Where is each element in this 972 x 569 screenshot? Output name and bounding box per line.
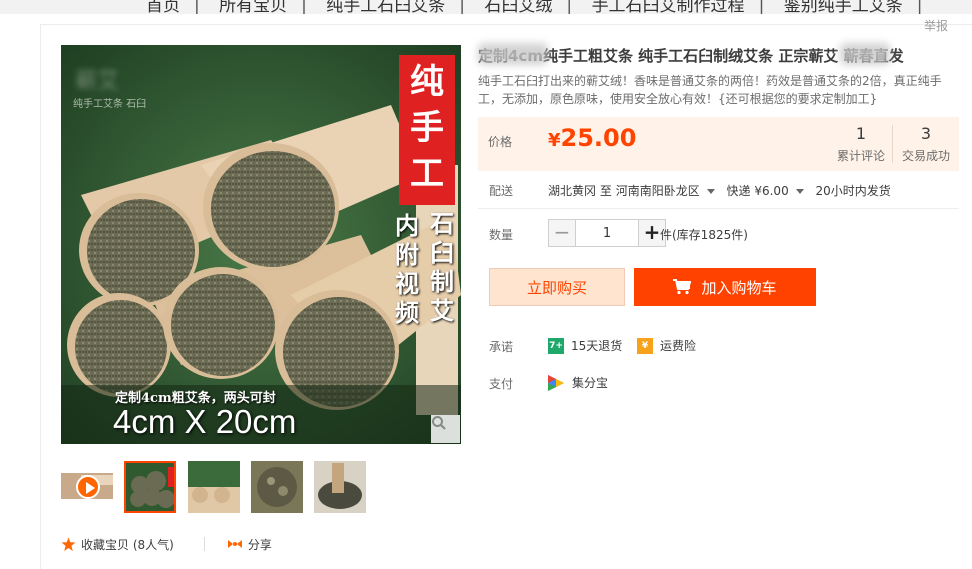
chevron-down-icon[interactable]: [706, 189, 715, 194]
payment-text: 集分宝: [572, 376, 609, 390]
divider: [203, 537, 205, 551]
col-char: 臼: [430, 238, 454, 267]
col-char: 视: [395, 269, 419, 298]
jifenbao-icon: [548, 374, 564, 391]
banner-char: 手: [410, 108, 444, 148]
star-icon: [61, 537, 76, 551]
image-size-text: 4cm X 20cm: [113, 403, 297, 440]
price-number: 25.00: [560, 124, 637, 152]
stone-mortar-text: 石 臼 制 艾: [427, 209, 457, 325]
cart-icon: [673, 279, 692, 295]
col-char: 频: [395, 298, 419, 327]
freight-insurance[interactable]: ¥ 运费险: [637, 337, 696, 354]
thumbnail-3[interactable]: [251, 461, 303, 513]
thumb-moxa-closeup-preview: [251, 461, 303, 513]
col-char: 制: [430, 267, 454, 296]
payment-label: 支付: [489, 377, 514, 391]
sales-label: 交易成功: [901, 149, 950, 163]
gallery-actions: 收藏宝贝 (8人气) 分享: [61, 536, 272, 552]
stock-text: 件(库存1825件): [660, 228, 748, 242]
main-product-image[interactable]: 蕲艾 纯手工艾条 石臼 纯 手 工 内 附 视 频 石 臼 制 艾 定制4cm粗…: [61, 45, 461, 444]
nav-item-home[interactable]: 首页: [146, 0, 180, 14]
col-char: 石: [430, 209, 454, 238]
nav-item-process[interactable]: 手工石臼艾制作过程: [592, 0, 745, 14]
shipping-label: 配送: [489, 184, 514, 198]
return-promise[interactable]: 7+ 15天退货: [548, 337, 622, 354]
shipping-info: 湖北黄冈 至 河南南阳卧龙区 快递 ¥6.00 20小时内发货: [548, 182, 891, 199]
thumbnail-video[interactable]: [61, 461, 113, 513]
report-link[interactable]: 举报: [924, 17, 948, 34]
magnifier-icon: [432, 416, 446, 430]
ship-from: 湖北黄冈: [548, 184, 597, 198]
nav-item-moxa-stick[interactable]: 纯手工石臼艾条: [326, 0, 445, 14]
buy-now-button[interactable]: 立即购买: [489, 268, 625, 306]
promise-label: 承诺: [489, 340, 514, 354]
price-value: ¥25.00: [548, 124, 636, 152]
payment-method[interactable]: 集分宝: [548, 374, 608, 391]
product-title: 定制4cm纯手工粗艾条 纯手工石臼制绒艾条 正宗蕲艾 蕲春直发: [478, 47, 904, 65]
thumb-open-sticks-preview: [188, 461, 240, 513]
zoom-button[interactable]: [431, 415, 460, 443]
price-label: 价格: [488, 135, 513, 149]
nav-item-moxa-wool[interactable]: 石臼艾绒: [484, 0, 552, 14]
image-brand-sub: 纯手工艾条 石臼: [73, 99, 147, 110]
category-nav: 首页 | 所有宝贝 | 纯手工石臼艾条 | 石臼艾绒 | 手工石臼艾制作过程 | 鉴别纯手…: [0, 0, 972, 14]
col-char: 附: [395, 240, 419, 269]
decrease-button[interactable]: −: [548, 219, 576, 247]
add-to-cart-button[interactable]: 加入购物车: [634, 268, 816, 306]
sales-stat: 3 交易成功: [896, 124, 956, 164]
thumbnail-4[interactable]: [314, 461, 366, 513]
col-char: 内: [395, 211, 419, 240]
dispatch-time: 20小时内发货: [815, 184, 891, 198]
insurance-icon: ¥: [637, 337, 653, 354]
share-icon: [227, 540, 242, 548]
play-icon: [76, 475, 100, 499]
image-brand-logo: 蕲艾: [75, 69, 120, 94]
banner-char: 纯: [410, 62, 444, 102]
thumb-mortar-preview: [314, 461, 366, 513]
sales-count: 3: [920, 124, 932, 143]
video-included-text: 内 附 视 频: [392, 211, 422, 327]
thumbnail-1[interactable]: [124, 461, 176, 513]
share-button[interactable]: 分享: [227, 536, 272, 553]
reviews-stat[interactable]: 1 累计评论: [830, 124, 892, 164]
quantity-input[interactable]: [576, 219, 638, 247]
banner-char: 工: [410, 154, 444, 194]
divider: [478, 208, 959, 209]
add-cart-label: 加入购物车: [701, 278, 777, 297]
handmade-banner: 纯 手 工: [399, 55, 455, 205]
return-text: 15天退货: [571, 339, 623, 353]
seven-day-return-icon: 7+: [548, 337, 564, 354]
col-char: 艾: [430, 296, 454, 325]
product-subtitle: 纯手工石臼打出来的蕲艾绒！香味是普通艾条的两倍！药效是普通艾条的2倍，真正纯手工…: [478, 74, 942, 106]
insurance-text: 运费险: [660, 339, 697, 353]
chevron-down-icon[interactable]: [795, 189, 804, 194]
nav-item-identify[interactable]: 鉴别纯手工艾条: [784, 0, 903, 14]
stat-divider: [892, 125, 893, 163]
favorite-button[interactable]: 收藏宝贝 (8人气): [61, 536, 174, 553]
ship-to-select[interactable]: 河南南阳卧龙区: [616, 184, 700, 198]
reviews-count: 1: [855, 124, 867, 143]
share-label: 分享: [247, 537, 272, 552]
quantity-stepper: − +: [548, 219, 666, 247]
title-blur-mask: [840, 43, 890, 65]
thumbnail-2[interactable]: [188, 461, 240, 513]
price-panel: 价格 ¥25.00 1 累计评论 3 交易成功: [478, 117, 959, 171]
thumb-sticks-preview: [126, 463, 174, 511]
nav-item-all[interactable]: 所有宝贝: [219, 0, 287, 14]
quantity-label: 数量: [489, 228, 514, 242]
favorite-label: 收藏宝贝 (8人气): [81, 537, 174, 552]
title-blur-mask: [478, 43, 548, 65]
currency-symbol: ¥: [548, 130, 561, 151]
ship-to-word: 至: [599, 184, 612, 198]
ship-method-select[interactable]: 快递 ¥6.00: [727, 184, 789, 198]
reviews-label: 累计评论: [836, 149, 885, 163]
